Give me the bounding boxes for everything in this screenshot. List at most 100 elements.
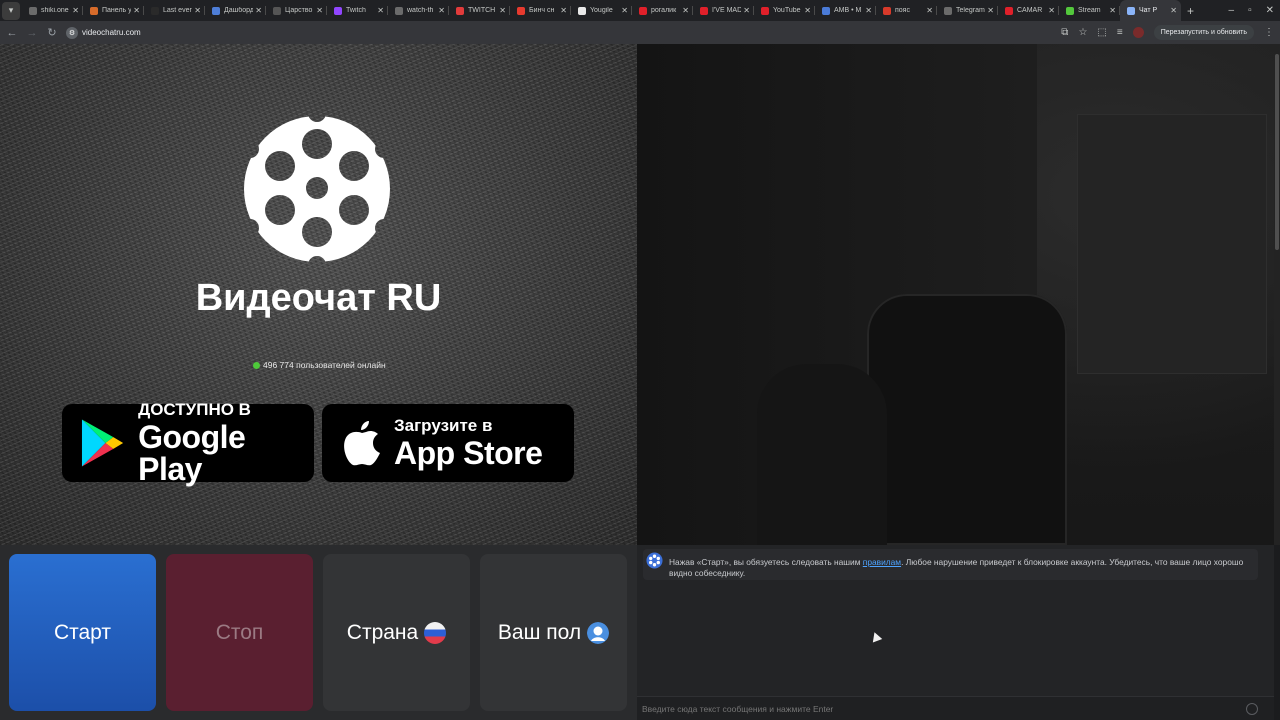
close-window-button[interactable]: ✕	[1266, 5, 1274, 16]
extensions-icon[interactable]: ⬚	[1097, 27, 1106, 38]
new-tab-button[interactable]: +	[1187, 4, 1194, 18]
scrollbar-thumb[interactable]	[1275, 54, 1279, 250]
tab-title: I'VE MAD	[712, 7, 742, 14]
browser-tab[interactable]: YouTube ✕	[754, 0, 815, 21]
tab-close-icon[interactable]: ✕	[377, 6, 384, 15]
tab-close-icon[interactable]: ✕	[1109, 6, 1116, 15]
forward-button[interactable]: →	[24, 27, 40, 39]
tab-close-icon[interactable]: ✕	[255, 6, 262, 15]
tab-search-button[interactable]: ▾	[2, 1, 20, 20]
site-info-icon[interactable]: ⚙	[66, 26, 78, 39]
emoji-icon[interactable]	[1246, 702, 1258, 715]
browser-tab[interactable]: shiki.one ✕	[22, 0, 83, 21]
browser-tab[interactable]: AMB • M ✕	[815, 0, 876, 21]
tab-close-icon[interactable]: ✕	[560, 6, 567, 15]
browser-tab[interactable]: Дашборд ✕	[205, 0, 266, 21]
browser-tab[interactable]: Панель у ✕	[83, 0, 144, 21]
stop-button-label: Стоп	[215, 620, 264, 644]
control-panel: Старт Стоп Страна Ваш пол	[0, 545, 637, 720]
start-button[interactable]: Старт	[9, 554, 156, 711]
page: Видеочат RU 496 774 пользователей онлайн…	[0, 44, 1280, 720]
tab-favicon-icon	[883, 6, 891, 15]
tab-favicon-icon	[29, 6, 37, 15]
tab-title: CAMAR	[1017, 7, 1043, 14]
google-play-icon	[81, 419, 124, 467]
tab-close-icon[interactable]: ✕	[621, 6, 628, 15]
tab-close-icon[interactable]: ✕	[316, 6, 323, 15]
apple-icon	[344, 421, 380, 466]
browser-tab[interactable]: watch-th ✕	[388, 0, 449, 21]
browser-menu-icon[interactable]: ⋮	[1264, 27, 1274, 38]
revolver-cylinder-logo	[244, 116, 390, 262]
install-app-icon[interactable]: ⧉	[1061, 27, 1068, 38]
tab-favicon-icon	[90, 6, 98, 15]
browser-tab[interactable]: I'VE MAD ✕	[693, 0, 754, 21]
tab-close-icon[interactable]: ✕	[499, 6, 506, 15]
app-store-badge[interactable]: Загрузите в App Store	[322, 404, 574, 482]
tab-close-icon[interactable]: ✕	[1048, 6, 1055, 15]
browser-tab[interactable]: Бинч сн ✕	[510, 0, 571, 21]
rules-link[interactable]: правилам	[863, 557, 901, 567]
tab-title: shiki.one	[41, 7, 69, 14]
tab-favicon-icon	[1066, 6, 1074, 15]
page-scrollbar[interactable]	[1274, 44, 1280, 545]
address-bar[interactable]: ⚙ videochatru.com	[66, 24, 1061, 42]
tab-close-icon[interactable]: ✕	[438, 6, 445, 15]
profile-avatar[interactable]	[1132, 27, 1144, 38]
tab-close-icon[interactable]: ✕	[865, 6, 872, 15]
tab-favicon-icon	[761, 6, 769, 15]
maximize-button[interactable]: ▫	[1248, 5, 1252, 16]
tab-title: Telegram	[956, 7, 985, 14]
browser-tab[interactable]: Telegram ✕	[937, 0, 998, 21]
browser-tab[interactable]: CAMAR ✕	[998, 0, 1059, 21]
tab-title: рогалик	[651, 7, 677, 14]
tab-close-icon[interactable]: ✕	[194, 6, 201, 15]
tab-close-icon[interactable]: ✕	[987, 6, 994, 15]
minimize-button[interactable]: –	[1229, 5, 1235, 16]
browser-tab[interactable]: Stream ✕	[1059, 0, 1120, 21]
tab-title: Дашборд	[224, 7, 254, 14]
camera-chair	[867, 294, 1067, 545]
tab-title: пояс	[895, 7, 910, 14]
browser-tab[interactable]: пояс ✕	[876, 0, 937, 21]
user-avatar-icon	[587, 621, 610, 644]
tab-close-icon[interactable]: ✕	[743, 6, 750, 15]
browser-tab[interactable]: TWITCH ✕	[449, 0, 510, 21]
app-store-small-text: Загрузите в	[394, 416, 493, 435]
google-play-badge[interactable]: ДОСТУПНО В Google Play	[62, 401, 314, 487]
stop-button[interactable]: Стоп	[166, 554, 313, 711]
tab-title: TWITCH	[468, 7, 496, 14]
chat-message-input[interactable]	[637, 703, 1246, 714]
tab-close-icon[interactable]: ✕	[682, 6, 689, 15]
tab-close-icon[interactable]: ✕	[72, 6, 79, 15]
chat-panel: Нажав «Старт», вы обязуетесь следовать н…	[637, 545, 1274, 720]
camera-shelf	[1077, 114, 1267, 374]
google-play-big-text: Google Play	[138, 419, 246, 487]
tab-close-icon[interactable]: ✕	[133, 6, 140, 15]
relaunch-button[interactable]: Перезапустить и обновить	[1153, 25, 1254, 40]
browser-tab[interactable]: Twitch ✕	[327, 0, 388, 21]
browser-tab[interactable]: рогалик ✕	[632, 0, 693, 21]
system-bot-icon	[646, 552, 663, 569]
country-button[interactable]: Страна	[323, 554, 470, 711]
gender-button-label: Ваш пол	[497, 620, 582, 644]
app-store-big-text: App Store	[394, 435, 543, 471]
media-controls-icon[interactable]: ≡	[1117, 27, 1123, 38]
tab-close-icon[interactable]: ✕	[1170, 6, 1177, 15]
reload-button[interactable]: ↻	[44, 26, 60, 39]
tab-title: Yougile	[590, 7, 613, 14]
tab-close-icon[interactable]: ✕	[926, 6, 933, 15]
tab-title: Twitch	[346, 7, 366, 14]
chat-input-bar	[637, 696, 1274, 720]
tab-favicon-icon	[700, 6, 708, 15]
browser-tab[interactable]: Yougile ✕	[571, 0, 632, 21]
bookmark-star-icon[interactable]: ☆	[1078, 27, 1087, 38]
back-button[interactable]: ←	[4, 27, 20, 39]
browser-tab[interactable]: Чат Р ✕	[1120, 0, 1181, 21]
browser-tab[interactable]: Царство ✕	[266, 0, 327, 21]
tab-close-icon[interactable]: ✕	[804, 6, 811, 15]
tab-title: watch-th	[407, 7, 434, 14]
browser-tab[interactable]: Last ever ✕	[144, 0, 205, 21]
url-text: videochatru.com	[82, 28, 141, 37]
gender-button[interactable]: Ваш пол	[480, 554, 627, 711]
